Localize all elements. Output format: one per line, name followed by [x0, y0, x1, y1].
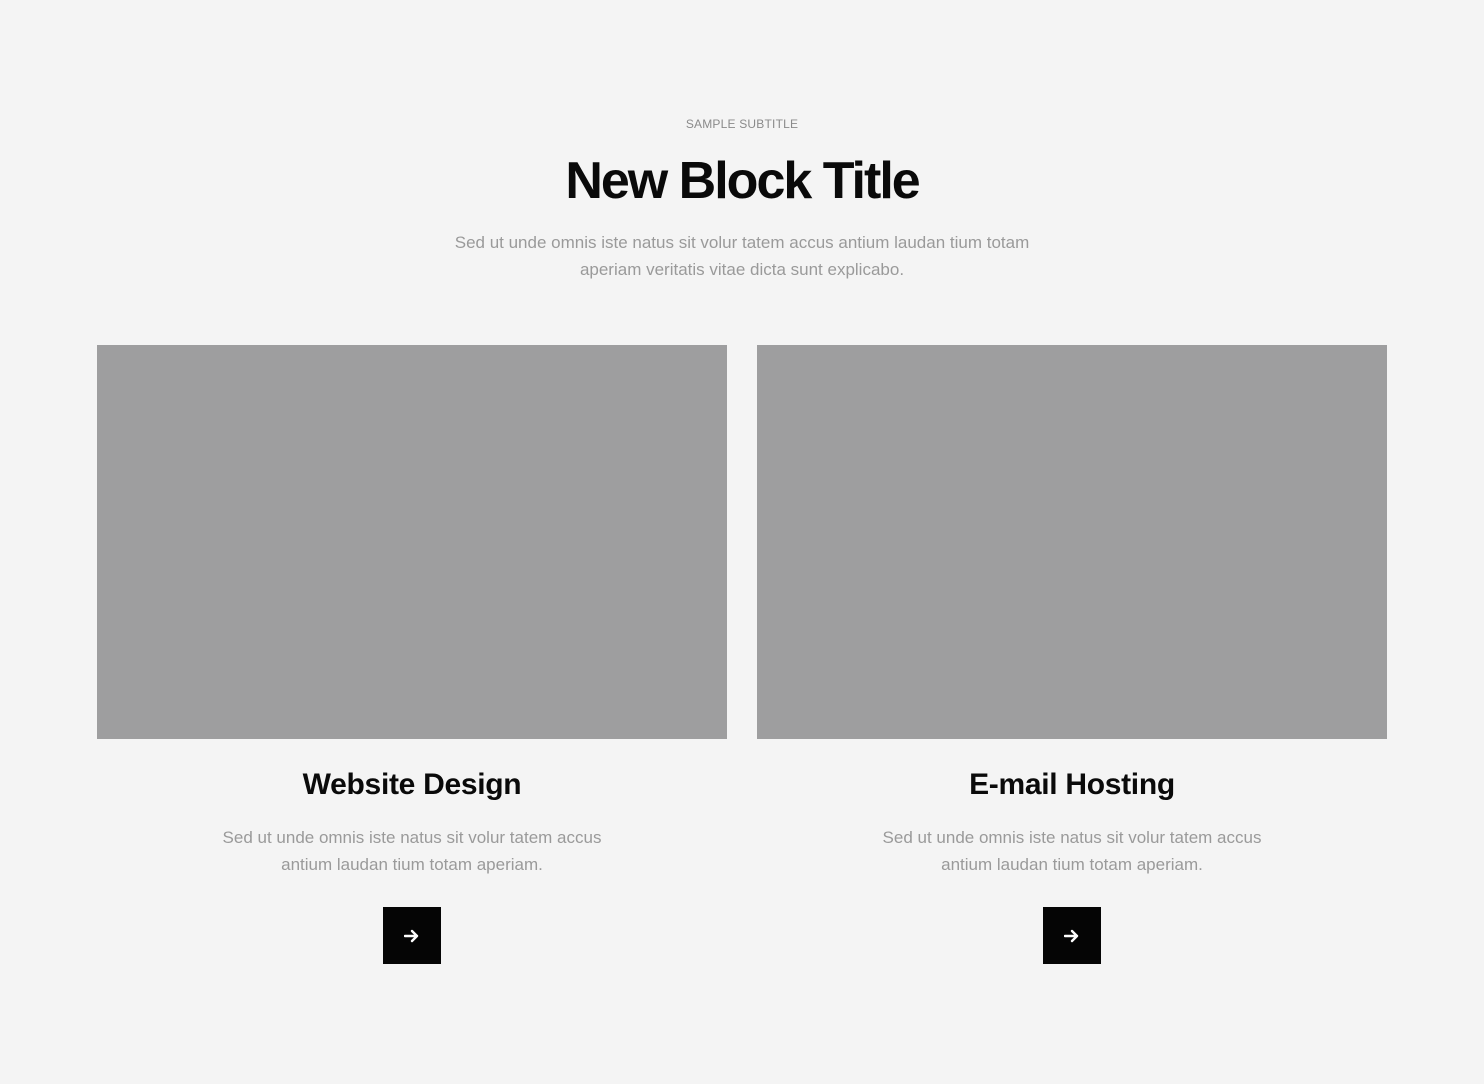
card-title: Website Design: [302, 768, 522, 801]
card-title: E-mail Hosting: [969, 768, 1175, 801]
card-image-placeholder: [97, 345, 727, 739]
card-arrow-button[interactable]: [1043, 907, 1101, 964]
section-description: Sed ut unde omnis iste natus sit volur t…: [454, 233, 1030, 279]
section-title: New Block Title: [565, 152, 920, 210]
feature-card-website-design: Website Design Sed ut unde omnis iste na…: [97, 345, 727, 965]
features-section: SAMPLE SUBTITLE New Block Title Sed ut u…: [0, 0, 1484, 1084]
arrow-right-icon: [1064, 929, 1080, 943]
card-image-placeholder: [757, 345, 1387, 739]
card-arrow-button[interactable]: [383, 907, 441, 964]
card-description: Sed ut unde omnis iste natus sit volur t…: [222, 828, 602, 874]
card-description: Sed ut unde omnis iste natus sit volur t…: [882, 828, 1262, 874]
feature-card-email-hosting: E-mail Hosting Sed ut unde omnis iste na…: [757, 345, 1387, 965]
arrow-right-icon: [404, 929, 420, 943]
section-subtitle: SAMPLE SUBTITLE: [685, 117, 799, 131]
